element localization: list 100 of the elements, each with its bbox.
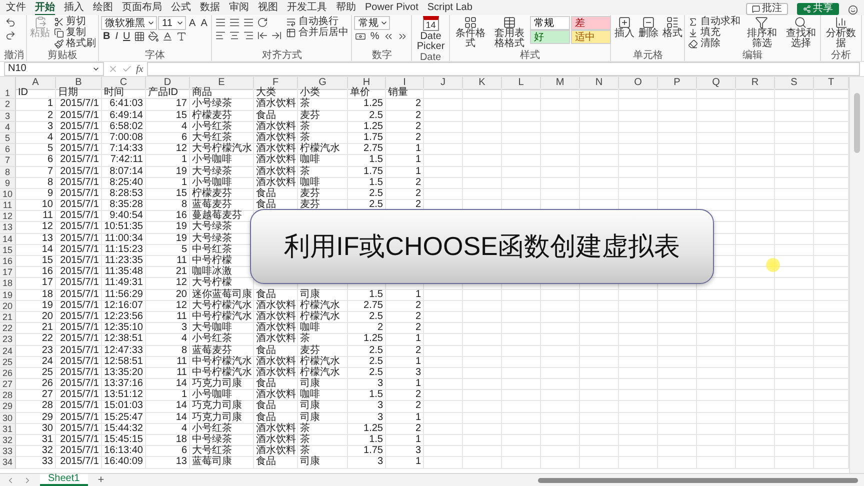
row-header[interactable]: 31 — [0, 424, 16, 435]
paint-bucket-button[interactable] — [147, 30, 160, 43]
ribbon-tab[interactable]: 文件 — [6, 2, 26, 15]
scissors-button[interactable]: 剪切 — [53, 16, 87, 27]
align-left-button[interactable] — [214, 29, 228, 42]
plus-square-button[interactable]: 插入 — [613, 16, 636, 39]
row-header[interactable]: 27 — [0, 379, 16, 390]
row-header[interactable]: 6 — [0, 144, 16, 156]
next-sheet-icon[interactable] — [23, 476, 32, 484]
horizontal-scrollbar[interactable] — [538, 476, 858, 484]
column-header[interactable]: P — [658, 77, 697, 90]
eraser-button[interactable]: 清除 — [687, 38, 722, 49]
grid-button[interactable]: 条件格式 — [452, 16, 489, 49]
row-header[interactable]: 28 — [0, 390, 16, 402]
ribbon-tab[interactable]: 数据 — [200, 2, 220, 15]
paintbrush-button[interactable]: 格式刷 — [53, 38, 97, 49]
column-header[interactable]: J — [424, 77, 463, 90]
ribbon-tab[interactable]: 绘图 — [93, 2, 113, 15]
row-header[interactable]: 32 — [0, 435, 16, 446]
column-header[interactable]: O — [619, 77, 658, 90]
arrow-down-button[interactable]: 填充 — [687, 27, 722, 38]
dropdown-field[interactable]: 常规 — [354, 16, 390, 30]
redo-button[interactable] — [4, 29, 17, 42]
borders-button[interactable] — [133, 30, 146, 43]
row-header[interactable]: 4 — [0, 122, 16, 133]
row-header[interactable]: 10 — [0, 188, 16, 200]
column-header[interactable]: N — [580, 77, 619, 90]
row-header[interactable]: 1 — [0, 88, 16, 100]
format-button[interactable]: U — [121, 30, 132, 43]
dropdown-field[interactable]: 微软雅黑 — [101, 16, 158, 30]
column-header[interactable]: T — [814, 77, 849, 90]
column-header[interactable]: R — [736, 77, 775, 90]
row-header[interactable]: 20 — [0, 300, 16, 312]
ribbon-tab[interactable]: Power Pivot — [365, 2, 418, 15]
row-header[interactable]: 3 — [0, 110, 16, 122]
row-header[interactable]: 30 — [0, 412, 16, 424]
row-header[interactable]: 18 — [0, 278, 16, 290]
row-header[interactable]: 7 — [0, 155, 16, 166]
cell-style-button[interactable]: 常规 — [530, 16, 570, 30]
sigma-button[interactable]: 自动求和 — [687, 16, 742, 27]
wrap-text-button[interactable]: 自动换行 — [285, 16, 340, 27]
cell-style-button[interactable]: 适中 — [570, 30, 611, 44]
rotate-button[interactable] — [256, 16, 270, 29]
column-header[interactable]: Q — [697, 77, 736, 90]
add-sheet-button[interactable]: + — [96, 474, 106, 486]
column-header[interactable]: K — [463, 77, 502, 90]
bar-chart-button[interactable]: 分析数据 — [822, 16, 860, 49]
row-header[interactable]: 15 — [0, 244, 16, 256]
cell-style-button[interactable]: 差 — [570, 16, 611, 30]
row-header[interactable]: 34 — [0, 457, 16, 469]
align-center-button[interactable] — [228, 29, 242, 42]
row-header[interactable]: 29 — [0, 401, 16, 413]
row-header[interactable]: 5 — [0, 132, 16, 144]
row-header[interactable]: 24 — [0, 346, 16, 357]
name-box[interactable]: N10 — [4, 62, 104, 76]
comments-button[interactable]: 批注 — [746, 3, 788, 15]
formula-input[interactable] — [147, 62, 860, 76]
sheet-tab[interactable]: Sheet1 — [40, 474, 88, 486]
format-button[interactable]: A — [187, 16, 198, 30]
ribbon-tab[interactable]: 视图 — [258, 2, 278, 15]
row-header[interactable]: 26 — [0, 368, 16, 380]
filter-button[interactable]: 排序和筛选 — [743, 16, 780, 49]
row-header[interactable]: 33 — [0, 446, 16, 458]
search-button[interactable]: 查找和选择 — [782, 16, 820, 49]
ribbon-tab[interactable]: 页面布局 — [122, 2, 162, 15]
date-picker-button[interactable]: 14 Date Picker — [414, 16, 448, 52]
row-header[interactable]: 8 — [0, 166, 16, 178]
ribbon-tab[interactable]: 帮助 — [336, 2, 356, 15]
ribbon-tab[interactable]: 公式 — [171, 2, 191, 15]
share-button[interactable]: 共享 — [797, 3, 839, 15]
minus-square-button[interactable]: 删除 — [637, 16, 660, 39]
row-header[interactable]: 14 — [0, 234, 16, 245]
indent-button[interactable] — [270, 29, 284, 42]
align-right-button[interactable] — [242, 29, 256, 42]
align-bottom-button[interactable] — [242, 16, 256, 29]
row-header[interactable]: 11 — [0, 200, 16, 212]
check-icon[interactable] — [122, 64, 132, 74]
vertical-scrollbar[interactable] — [849, 77, 864, 473]
previous-sheet-icon[interactable] — [6, 476, 15, 484]
row-header[interactable]: 22 — [0, 323, 16, 334]
merge-button[interactable]: 合并后居中 — [285, 27, 350, 38]
row-header[interactable]: 12 — [0, 211, 16, 222]
ribbon-tab[interactable]: Script Lab — [427, 2, 472, 15]
column-header[interactable]: M — [541, 77, 580, 90]
outdent-button[interactable] — [256, 29, 270, 42]
font-color-button[interactable] — [161, 30, 174, 43]
row-header[interactable]: 19 — [0, 290, 16, 301]
row-header[interactable]: 21 — [0, 312, 16, 324]
function-label[interactable]: fx — [136, 64, 144, 74]
text-button[interactable] — [175, 30, 188, 43]
row-header[interactable]: 23 — [0, 334, 16, 346]
cell-style-button[interactable]: 好 — [530, 30, 570, 44]
row-header[interactable]: 9 — [0, 178, 16, 189]
format-button[interactable]: % — [368, 30, 382, 43]
format-button[interactable]: A — [198, 16, 210, 30]
table-button[interactable]: 套用表格格式 — [490, 16, 528, 49]
format-button[interactable]: B — [101, 30, 112, 43]
column-header[interactable]: L — [502, 77, 541, 90]
row-header[interactable]: 13 — [0, 222, 16, 234]
row-header[interactable]: 16 — [0, 256, 16, 268]
